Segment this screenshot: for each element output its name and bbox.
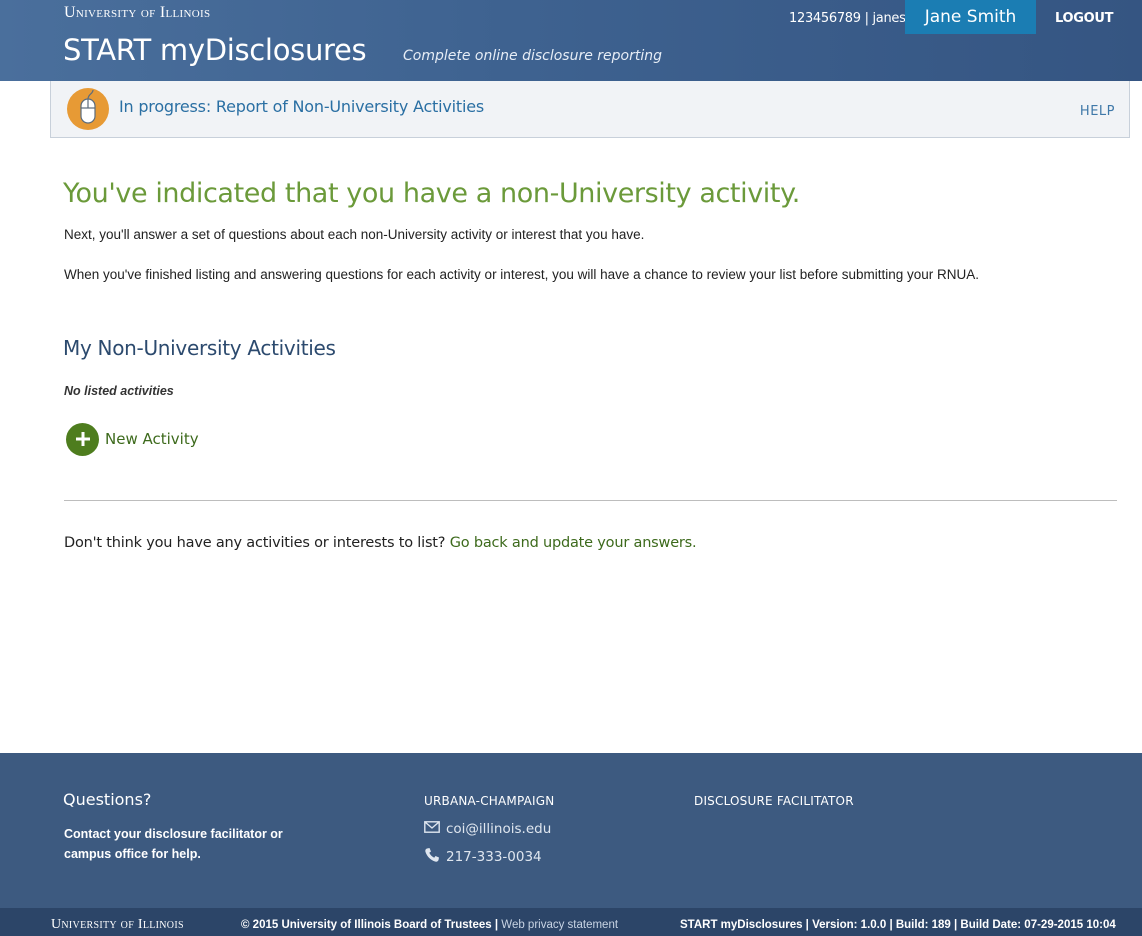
phone-icon <box>424 847 446 867</box>
logout-button[interactable]: LOGOUT <box>1055 11 1114 26</box>
footer-contact-text: Contact your disclosure facilitator or c… <box>64 827 283 861</box>
footer-campus-label: URBANA-CHAMPAIGN <box>424 794 555 808</box>
footer-phone-link[interactable]: 217-333-0034 <box>424 847 542 867</box>
footer-university-wordmark: University of Illinois <box>51 917 184 932</box>
computer-mouse-icon <box>67 88 109 130</box>
user-name-button[interactable]: Jane Smith <box>905 0 1036 34</box>
app-tagline: Complete online disclosure reporting <box>403 48 662 64</box>
site-header: University of Illinois START myDisclosur… <box>0 0 1142 81</box>
version-info: START myDisclosures | Version: 1.0.0 | B… <box>680 919 1116 931</box>
section-divider <box>64 500 1117 501</box>
footer-facilitator-label: DISCLOSURE FACILITATOR <box>694 794 854 808</box>
footer-questions-title: Questions? <box>63 790 152 809</box>
go-back-line: Don't think you have any activities or i… <box>64 535 697 551</box>
empty-activities-note: No listed activities <box>64 384 174 398</box>
app-title[interactable]: START myDisclosures <box>63 33 367 67</box>
copyright-text: © 2015 University of Illinois Board of T… <box>241 919 502 931</box>
footer-phone: 217-333-0034 <box>446 849 542 865</box>
new-activity-label: New Activity <box>105 430 199 448</box>
go-back-prompt: Don't think you have any activities or i… <box>64 535 446 551</box>
intro-paragraph-1: Next, you'll answer a set of questions a… <box>64 227 645 242</box>
footer-email-link[interactable]: coi@illinois.edu <box>424 821 551 837</box>
user-id-info: 123456789 | janes <box>789 11 906 26</box>
footer-email: coi@illinois.edu <box>446 821 552 837</box>
bottom-bar: University of Illinois © 2015 University… <box>0 908 1142 936</box>
envelope-icon <box>424 821 446 837</box>
progress-status-text: In progress: Report of Non-University Ac… <box>119 97 484 116</box>
plus-icon <box>66 422 99 456</box>
site-footer: Questions? Contact your disclosure facil… <box>0 753 1142 908</box>
privacy-statement-link[interactable]: Web privacy statement <box>501 919 618 931</box>
intro-paragraph-2: When you've finished listing and answeri… <box>64 267 980 282</box>
progress-banner: In progress: Report of Non-University Ac… <box>50 81 1130 138</box>
page-heading: You've indicated that you have a non-Uni… <box>63 178 800 209</box>
help-link[interactable]: HELP <box>1080 104 1115 119</box>
university-wordmark: University of Illinois <box>64 4 211 21</box>
activities-section-heading: My Non-University Activities <box>63 336 336 360</box>
new-activity-button[interactable]: New Activity <box>66 422 199 456</box>
copyright-line: © 2015 University of Illinois Board of T… <box>241 919 618 931</box>
go-back-link[interactable]: Go back and update your answers. <box>450 535 697 551</box>
